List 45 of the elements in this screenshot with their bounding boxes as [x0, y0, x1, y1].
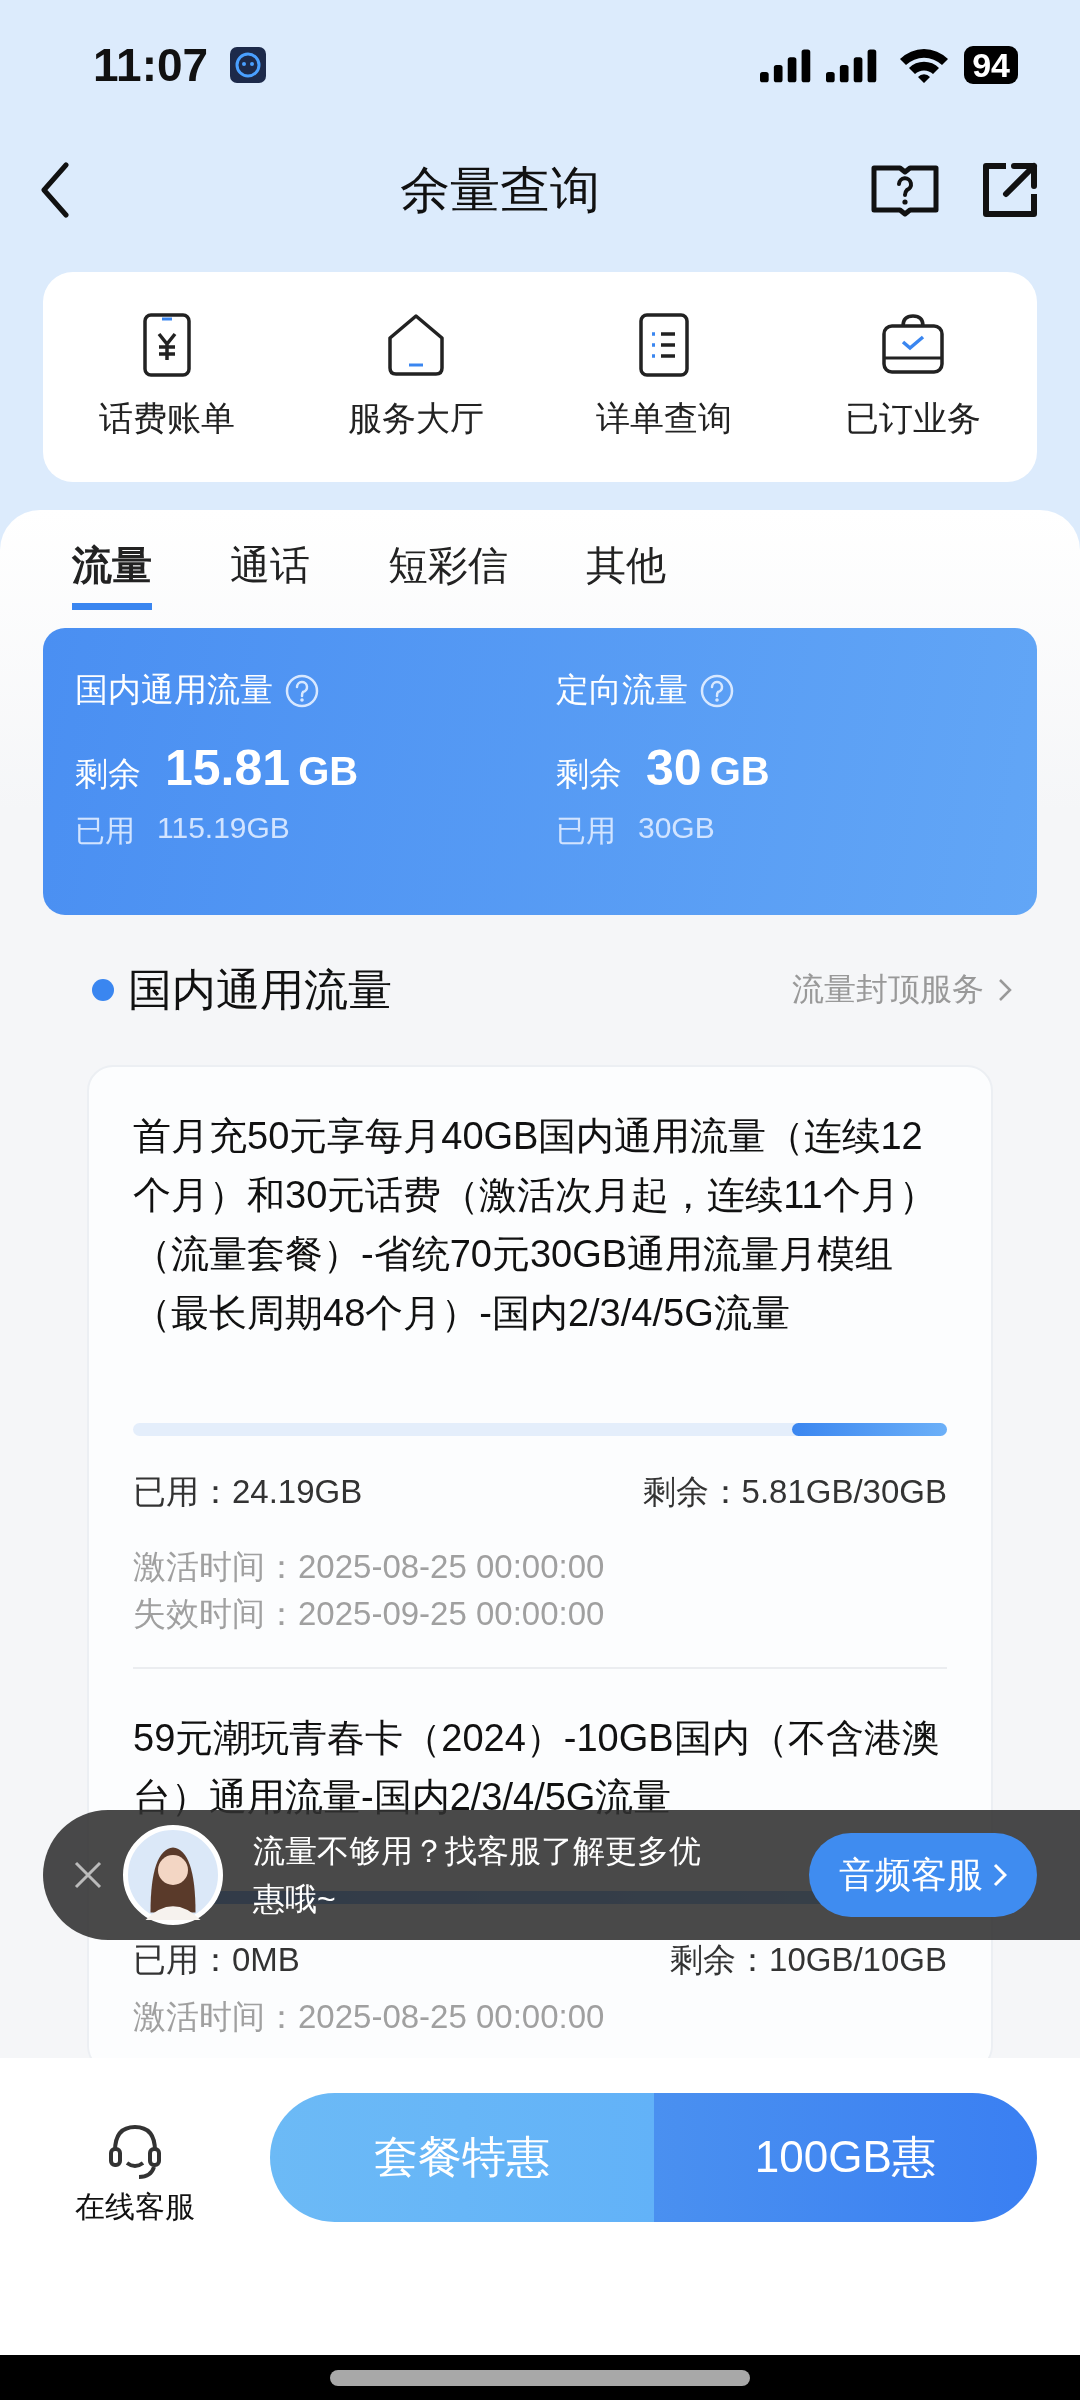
used-label: 已用	[75, 813, 135, 849]
promo-message: 流量不够用？找客服了解更多优惠哦~	[253, 1832, 702, 1919]
section-title: 国内通用流量	[128, 963, 392, 1016]
validity-time: 激活时间：2025-08-25 00:00:00	[133, 1547, 606, 1587]
tab[interactable]: 其他	[586, 540, 666, 610]
remaining-value: 15.81	[165, 739, 291, 797]
quota-title: 国内通用流量	[75, 670, 273, 710]
remaining-unit: GB	[298, 749, 359, 794]
back-icon[interactable]	[40, 162, 70, 218]
used-value: 30GB	[638, 811, 715, 846]
home-indicator[interactable]	[330, 2369, 750, 2386]
remaining-label: 剩余	[75, 754, 141, 794]
chevron-icon[interactable]	[998, 978, 1012, 1002]
online-service-label[interactable]: 在线客服	[75, 2187, 195, 2228]
quota-title: 定向流量	[556, 670, 688, 710]
tab[interactable]: 短彩信	[388, 540, 508, 610]
validity-time: 激活时间：2025-08-25 00:00:00	[133, 1997, 606, 2037]
signal-icon	[760, 47, 813, 83]
page-title: 余量查询	[399, 160, 601, 220]
shortcut-label[interactable]: 详单查询	[596, 396, 733, 442]
signal-icon	[826, 47, 879, 83]
tab[interactable]: 通话	[230, 540, 310, 610]
battery-indicator: 94	[964, 46, 1018, 84]
package-name: 首月充50元享每月40GB国内通用流量（连续12个月）和30元话费（激活次月起，连续11个月）（流量套餐）-省统70元30GB通用流量月模组（最长周期48个月）-国内2/3/4/5G流量	[133, 1114, 938, 1336]
used-amount: 已用：0MB	[133, 1940, 300, 1980]
share-icon[interactable]	[980, 160, 1040, 220]
remaining-unit: GB	[709, 749, 770, 794]
status-time: 11:07	[93, 38, 209, 92]
remaining-label: 剩余	[556, 754, 622, 794]
app-notification-icon	[230, 47, 267, 83]
shortcut-label[interactable]: 已订业务	[844, 396, 981, 442]
remaining-amount: 剩余：5.81GB/30GB	[642, 1472, 947, 1512]
used-label: 已用	[556, 813, 616, 849]
close-icon[interactable]	[73, 1860, 103, 1890]
shortcut-label[interactable]: 话费账单	[99, 396, 236, 442]
offer-button[interactable]: 100GB惠	[653, 2093, 1037, 2222]
remaining-amount: 剩余：10GB/10GB	[670, 1940, 947, 1980]
tab[interactable]: 流量	[72, 540, 152, 610]
section-dot	[92, 979, 114, 1001]
package-name: 59元潮玩青春卡（2024）-10GB国内（不含港澳台）通用流量-国内2/3/4/5G流量	[133, 1716, 941, 1820]
used-value: 115.19GB	[157, 811, 290, 846]
shortcut-label[interactable]: 服务大厅	[347, 396, 484, 442]
used-amount: 已用：24.19GB	[133, 1472, 363, 1512]
validity-time: 失效时间：2025-09-25 00:00:00	[133, 1594, 606, 1634]
remaining-value: 30	[646, 739, 702, 797]
